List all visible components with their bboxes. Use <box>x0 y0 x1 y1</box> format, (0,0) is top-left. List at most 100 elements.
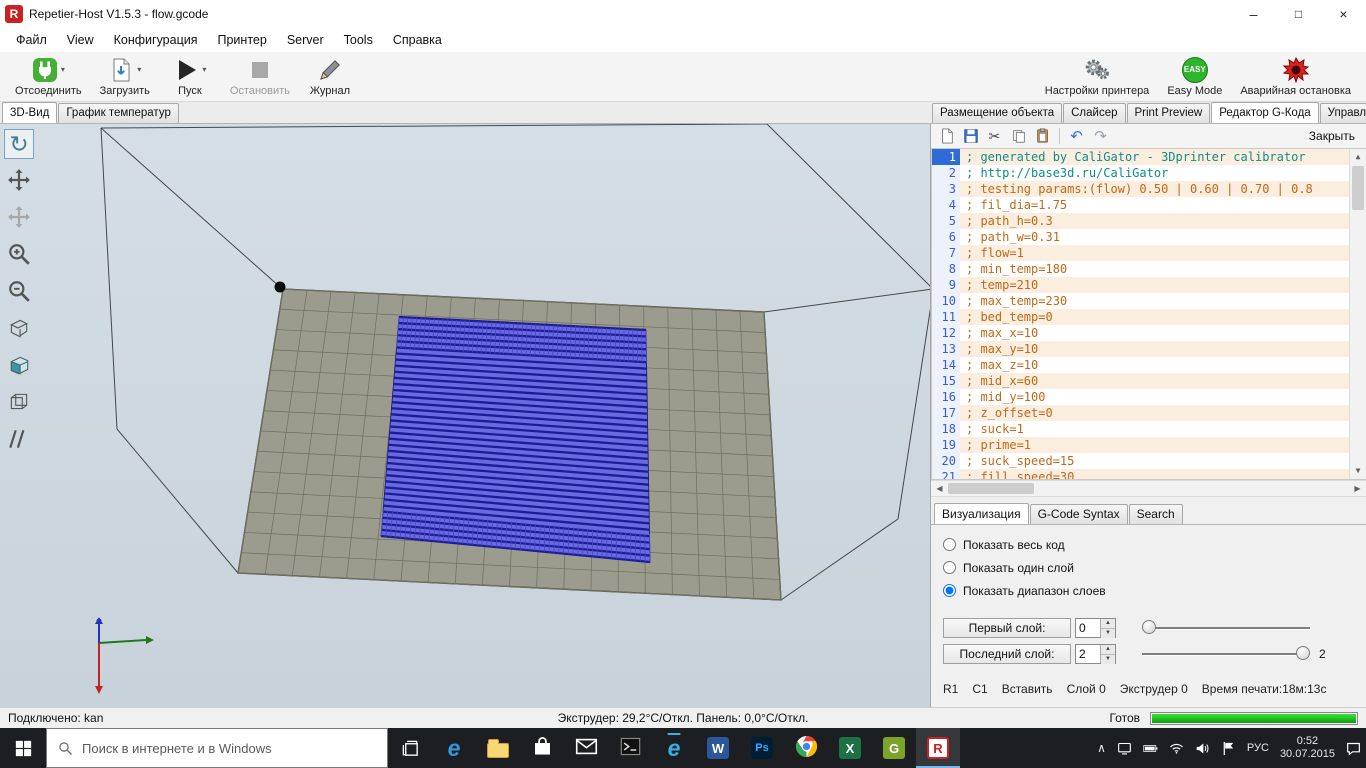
paste-button[interactable] <box>1032 126 1053 146</box>
new-file-button[interactable] <box>936 126 957 146</box>
code-line-9[interactable]: ; temp=210 <box>960 277 1349 293</box>
menu-item-4[interactable]: Server <box>277 29 334 51</box>
spin-down-icon[interactable]: ▼ <box>1101 629 1115 638</box>
3d-viewport[interactable]: ↻ <box>0 124 930 707</box>
start-print-button[interactable]: ▾ Пуск <box>159 52 221 101</box>
connect-plug-button[interactable]: ▾ Отсоединить <box>6 52 91 101</box>
panel-tab-1[interactable]: Слайсер <box>1063 103 1125 123</box>
code-line-6[interactable]: ; path_w=0.31 <box>960 229 1349 245</box>
move-printhead-button[interactable] <box>4 203 34 233</box>
caret-down-icon[interactable]: ▾ <box>202 65 206 74</box>
viz-radio-input-2[interactable] <box>943 584 956 597</box>
first-layer-spin-arrows[interactable]: ▲▼ <box>1100 619 1115 637</box>
scroll-left-icon[interactable]: ◀ <box>931 481 948 496</box>
load-file-button[interactable]: ▾ Загрузить <box>91 52 159 101</box>
taskbar-repetier[interactable]: R <box>916 728 960 768</box>
scroll-up-icon[interactable]: ▲ <box>1350 149 1366 165</box>
last-layer-value[interactable]: 2 <box>1076 645 1100 663</box>
taskbar-excel[interactable]: X <box>828 728 872 768</box>
last-layer-slider[interactable] <box>1142 645 1310 663</box>
zoom-in-button[interactable] <box>4 240 34 270</box>
chevron-up-tray-button[interactable]: ∧ <box>1097 741 1106 755</box>
rotate-view-button[interactable]: ↻ <box>4 129 34 159</box>
tablet-tray-button[interactable] <box>1117 741 1132 756</box>
taskbar-chrome[interactable] <box>784 728 828 768</box>
code-line-3[interactable]: ; testing params:(flow) 0.50 | 0.60 | 0.… <box>960 181 1349 197</box>
first-layer-slider[interactable] <box>1142 619 1310 637</box>
code-line-12[interactable]: ; max_x=10 <box>960 325 1349 341</box>
code-line-2[interactable]: ; http://base3d.ru/CaliGator <box>960 165 1349 181</box>
code-line-15[interactable]: ; mid_x=60 <box>960 373 1349 389</box>
code-line-1[interactable]: ; generated by CaliGator - 3Dprinter cal… <box>960 149 1349 165</box>
editor-close-button[interactable]: Закрыть <box>1309 129 1361 143</box>
network-tray-button[interactable] <box>1169 741 1184 756</box>
close-button[interactable]: × <box>1321 0 1366 28</box>
last-layer-spinner[interactable]: 2 ▲▼ <box>1075 644 1116 664</box>
viz-tab-1[interactable]: G-Code Syntax <box>1030 504 1128 524</box>
code-line-16[interactable]: ; mid_y=100 <box>960 389 1349 405</box>
last-layer-spin-arrows[interactable]: ▲▼ <box>1100 645 1115 663</box>
flag-tray-button[interactable] <box>1221 741 1236 756</box>
viz-radio-1[interactable]: Показать один слой <box>943 556 1358 579</box>
horizontal-scrollbar[interactable]: ◀ ▶ <box>931 480 1366 497</box>
code-line-19[interactable]: ; prime=1 <box>960 437 1349 453</box>
spin-up-icon[interactable]: ▲ <box>1101 619 1115 629</box>
log-pencil-button[interactable]: Журнал <box>299 52 361 101</box>
menu-item-2[interactable]: Конфигурация <box>104 29 208 51</box>
taskbar-search[interactable]: Поиск в интернете и в Windows <box>46 728 388 768</box>
taskbar-ie[interactable]: e <box>652 728 696 768</box>
first-layer-value[interactable]: 0 <box>1076 619 1100 637</box>
code-line-13[interactable]: ; max_y=10 <box>960 341 1349 357</box>
view-tab-0[interactable]: 3D-Вид <box>2 102 57 124</box>
scroll-right-icon[interactable]: ▶ <box>1349 481 1366 496</box>
code-line-10[interactable]: ; max_temp=230 <box>960 293 1349 309</box>
last-layer-button[interactable]: Последний слой: <box>943 644 1071 664</box>
panel-tab-2[interactable]: Print Preview <box>1127 103 1211 123</box>
taskbar-file-explorer[interactable] <box>476 728 520 768</box>
start-button[interactable] <box>0 728 46 768</box>
panel-tab-4[interactable]: Управлен <box>1320 103 1366 123</box>
volume-tray-button[interactable] <box>1195 741 1210 756</box>
parallel-projection-button[interactable] <box>4 425 34 455</box>
printer-settings-button[interactable]: Настройки принтера <box>1036 52 1159 101</box>
panel-tab-0[interactable]: Размещение объекта <box>932 103 1062 123</box>
vertical-scrollbar[interactable]: ▲ ▼ <box>1349 149 1366 479</box>
box-view-button[interactable] <box>4 388 34 418</box>
caret-down-icon[interactable]: ▾ <box>137 65 141 74</box>
taskbar-gimp[interactable]: G <box>872 728 916 768</box>
taskbar-photoshop[interactable]: Ps <box>740 728 784 768</box>
scroll-down-icon[interactable]: ▼ <box>1350 463 1366 479</box>
viz-radio-input-0[interactable] <box>943 538 956 551</box>
hscroll-thumb[interactable] <box>948 483 1034 494</box>
first-layer-spinner[interactable]: 0 ▲▼ <box>1075 618 1116 638</box>
spin-down-icon[interactable]: ▼ <box>1101 655 1115 664</box>
slider-thumb[interactable] <box>1142 620 1156 634</box>
panel-tab-3[interactable]: Редактор G-Кода <box>1211 102 1318 124</box>
iso-view-button[interactable] <box>4 314 34 344</box>
code-line-17[interactable]: ; z_offset=0 <box>960 405 1349 421</box>
code-line-21[interactable]: ; fill_speed=30 <box>960 469 1349 479</box>
easy-mode-button[interactable]: EASY Easy Mode <box>1158 52 1231 101</box>
move-object-button[interactable] <box>4 166 34 196</box>
taskbar-console[interactable] <box>608 728 652 768</box>
slider-thumb[interactable] <box>1296 646 1310 660</box>
menu-item-0[interactable]: Файл <box>6 29 57 51</box>
viz-radio-2[interactable]: Показать диапазон слоев <box>943 579 1358 602</box>
viz-tab-0[interactable]: Визуализация <box>934 503 1029 525</box>
menu-item-3[interactable]: Принтер <box>208 29 277 51</box>
code-line-11[interactable]: ; bed_temp=0 <box>960 309 1349 325</box>
code-line-8[interactable]: ; min_temp=180 <box>960 261 1349 277</box>
taskbar-store[interactable] <box>520 728 564 768</box>
vscroll-thumb[interactable] <box>1352 166 1364 210</box>
code-line-7[interactable]: ; flow=1 <box>960 245 1349 261</box>
code-line-20[interactable]: ; suck_speed=15 <box>960 453 1349 469</box>
save-file-button[interactable] <box>960 126 981 146</box>
spin-up-icon[interactable]: ▲ <box>1101 645 1115 655</box>
copy-button[interactable] <box>1008 126 1029 146</box>
taskbar-clock[interactable]: 0:5230.07.2015 <box>1280 735 1335 761</box>
viz-radio-input-1[interactable] <box>943 561 956 574</box>
battery-tray-button[interactable] <box>1143 741 1158 756</box>
emergency-stop-button[interactable]: Аварийная остановка <box>1231 52 1360 101</box>
front-view-button[interactable] <box>4 351 34 381</box>
menu-item-6[interactable]: Справка <box>383 29 452 51</box>
